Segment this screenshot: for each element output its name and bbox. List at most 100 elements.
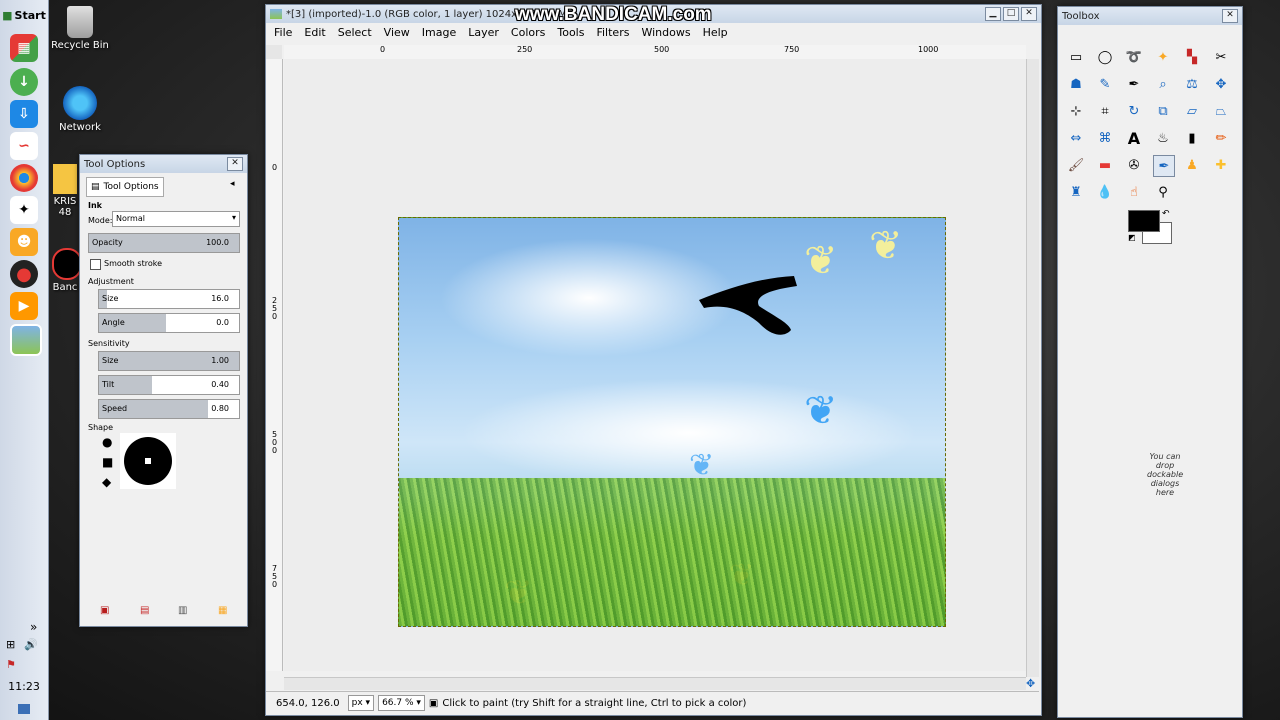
- default-colors-icon[interactable]: ◩: [1128, 233, 1136, 242]
- torrent-icon[interactable]: ↓: [10, 68, 38, 96]
- cage-icon[interactable]: ⌘: [1095, 128, 1115, 148]
- desktop-icon-folder[interactable]: KRIS 48: [52, 164, 78, 218]
- foreground-select-icon[interactable]: ☗: [1066, 74, 1086, 94]
- record-icon[interactable]: ●: [10, 260, 38, 288]
- close-button[interactable]: ✕: [1222, 9, 1238, 23]
- crop-icon[interactable]: ⌗: [1095, 101, 1115, 121]
- menu-file[interactable]: File: [274, 26, 292, 39]
- vertical-scrollbar[interactable]: [1026, 59, 1039, 677]
- desktop-icon-recycle-bin[interactable]: Recycle Bin: [50, 6, 110, 51]
- minimize-button[interactable]: ▁: [985, 7, 1001, 21]
- network-tray-icon[interactable]: ⊞: [6, 638, 15, 651]
- sensitivity-size-slider[interactable]: Size 1.00: [98, 351, 240, 371]
- clone-icon[interactable]: ♟: [1182, 155, 1202, 175]
- size-slider[interactable]: Size 16.0: [98, 289, 240, 309]
- menu-colors[interactable]: Colors: [511, 26, 545, 39]
- unit-select[interactable]: px ▾: [347, 695, 375, 711]
- shape-diamond-icon[interactable]: ◆: [102, 475, 111, 489]
- zoom-select[interactable]: 66.7 % ▾: [378, 695, 425, 711]
- save-options-icon[interactable]: ▣: [100, 605, 109, 616]
- flag-tray-icon[interactable]: ⚑: [6, 658, 16, 671]
- start-button[interactable]: ■ Start: [2, 4, 46, 26]
- move-icon[interactable]: ✥: [1211, 74, 1231, 94]
- taskbar-app-icon[interactable]: ▦: [10, 34, 38, 62]
- game-icon[interactable]: ✦: [10, 196, 38, 224]
- delete-options-icon[interactable]: ▥: [178, 605, 187, 616]
- shape-circle-icon[interactable]: ●: [102, 435, 112, 449]
- opacity-slider[interactable]: Opacity 100.0: [88, 233, 240, 253]
- rotate-icon[interactable]: ↻: [1124, 101, 1144, 121]
- color-picker-icon[interactable]: ✒: [1124, 74, 1144, 94]
- navigate-icon[interactable]: ✥: [1026, 677, 1038, 690]
- menu-layer[interactable]: Layer: [468, 26, 499, 39]
- swap-colors-icon[interactable]: ↶: [1162, 209, 1170, 219]
- perspective-icon[interactable]: ⏢: [1211, 101, 1231, 121]
- shear-icon[interactable]: ▱: [1182, 101, 1202, 121]
- menu-filters[interactable]: Filters: [596, 26, 629, 39]
- speed-slider[interactable]: Speed 0.80: [98, 399, 240, 419]
- select-by-color-icon[interactable]: ▚: [1182, 47, 1202, 67]
- install-icon[interactable]: ⇩: [10, 100, 38, 128]
- mode-select[interactable]: Normal ▾: [112, 211, 240, 227]
- character-icon[interactable]: ☻: [10, 228, 38, 256]
- show-desktop-button[interactable]: [18, 704, 30, 714]
- menu-view[interactable]: View: [384, 26, 410, 39]
- tab-menu-icon[interactable]: ◂: [230, 179, 235, 189]
- heal-icon[interactable]: ✚: [1211, 155, 1231, 175]
- airtel-icon[interactable]: ∽: [10, 132, 38, 160]
- paths-icon[interactable]: ✎: [1095, 74, 1115, 94]
- desktop-icon-bandicam[interactable]: Banc: [52, 248, 82, 293]
- free-select-icon[interactable]: ➰: [1124, 47, 1144, 67]
- shape-editor[interactable]: [120, 433, 176, 489]
- toolbox-titlebar[interactable]: Toolbox ✕: [1058, 7, 1242, 25]
- menu-select[interactable]: Select: [338, 26, 372, 39]
- fuzzy-select-icon[interactable]: ✦: [1153, 47, 1173, 67]
- blend-icon[interactable]: ▮: [1182, 128, 1202, 148]
- restore-options-icon[interactable]: ▤: [140, 605, 149, 616]
- smudge-icon[interactable]: ☝: [1124, 182, 1144, 202]
- dodge-burn-icon[interactable]: ⚲: [1153, 182, 1173, 202]
- shape-handle[interactable]: [145, 458, 151, 464]
- measure-icon[interactable]: ⚖: [1182, 74, 1202, 94]
- airbrush-icon[interactable]: ✇: [1124, 155, 1144, 175]
- menu-help[interactable]: Help: [703, 26, 728, 39]
- pencil-icon[interactable]: ✏: [1211, 128, 1231, 148]
- blur-icon[interactable]: 💧: [1095, 182, 1115, 202]
- paintbrush-icon[interactable]: 🖌: [1066, 155, 1086, 175]
- vertical-ruler[interactable]: 0 250 500 750: [266, 59, 283, 671]
- menu-windows[interactable]: Windows: [641, 26, 690, 39]
- media-icon[interactable]: ▶: [10, 292, 38, 320]
- text-icon[interactable]: A: [1124, 128, 1144, 148]
- tilt-slider[interactable]: Tilt 0.40: [98, 375, 240, 395]
- chrome-icon[interactable]: [10, 164, 38, 192]
- volume-tray-icon[interactable]: 🔊: [24, 638, 38, 651]
- bucket-fill-icon[interactable]: ♨: [1153, 128, 1173, 148]
- ruler-corner[interactable]: [266, 45, 282, 59]
- gimp-image-icon[interactable]: [10, 324, 42, 356]
- eraser-icon[interactable]: ▬: [1095, 155, 1115, 175]
- flip-icon[interactable]: ⇔: [1066, 128, 1086, 148]
- smooth-stroke-checkbox[interactable]: [90, 259, 101, 270]
- scissors-icon[interactable]: ✂: [1211, 47, 1231, 67]
- align-icon[interactable]: ⊹: [1066, 101, 1086, 121]
- menu-tools[interactable]: Tools: [557, 26, 584, 39]
- scale-icon[interactable]: ⧉: [1153, 101, 1173, 121]
- clock[interactable]: 11:23: [2, 680, 46, 693]
- maximize-button[interactable]: □: [1003, 7, 1019, 21]
- menu-image[interactable]: Image: [422, 26, 456, 39]
- angle-slider[interactable]: Angle 0.0: [98, 313, 240, 333]
- perspective-clone-icon[interactable]: ♜: [1066, 182, 1086, 202]
- ink-icon[interactable]: ✒: [1153, 155, 1175, 177]
- menu-edit[interactable]: Edit: [304, 26, 325, 39]
- horizontal-scrollbar[interactable]: [284, 677, 1026, 690]
- tool-options-titlebar[interactable]: Tool Options ✕: [80, 155, 247, 173]
- close-button[interactable]: ✕: [227, 157, 243, 171]
- rect-select-icon[interactable]: ▭: [1066, 47, 1086, 67]
- canvas-area[interactable]: ❦ ❦ ❦ ❦ ❦ ❦: [284, 59, 1026, 671]
- ellipse-select-icon[interactable]: ◯: [1095, 47, 1115, 67]
- desktop-icon-network[interactable]: Network: [50, 86, 110, 133]
- foreground-color-swatch[interactable]: [1128, 210, 1160, 232]
- reset-options-icon[interactable]: ▦: [218, 605, 227, 616]
- close-button[interactable]: ✕: [1021, 7, 1037, 21]
- zoom-icon[interactable]: ⌕: [1153, 74, 1173, 94]
